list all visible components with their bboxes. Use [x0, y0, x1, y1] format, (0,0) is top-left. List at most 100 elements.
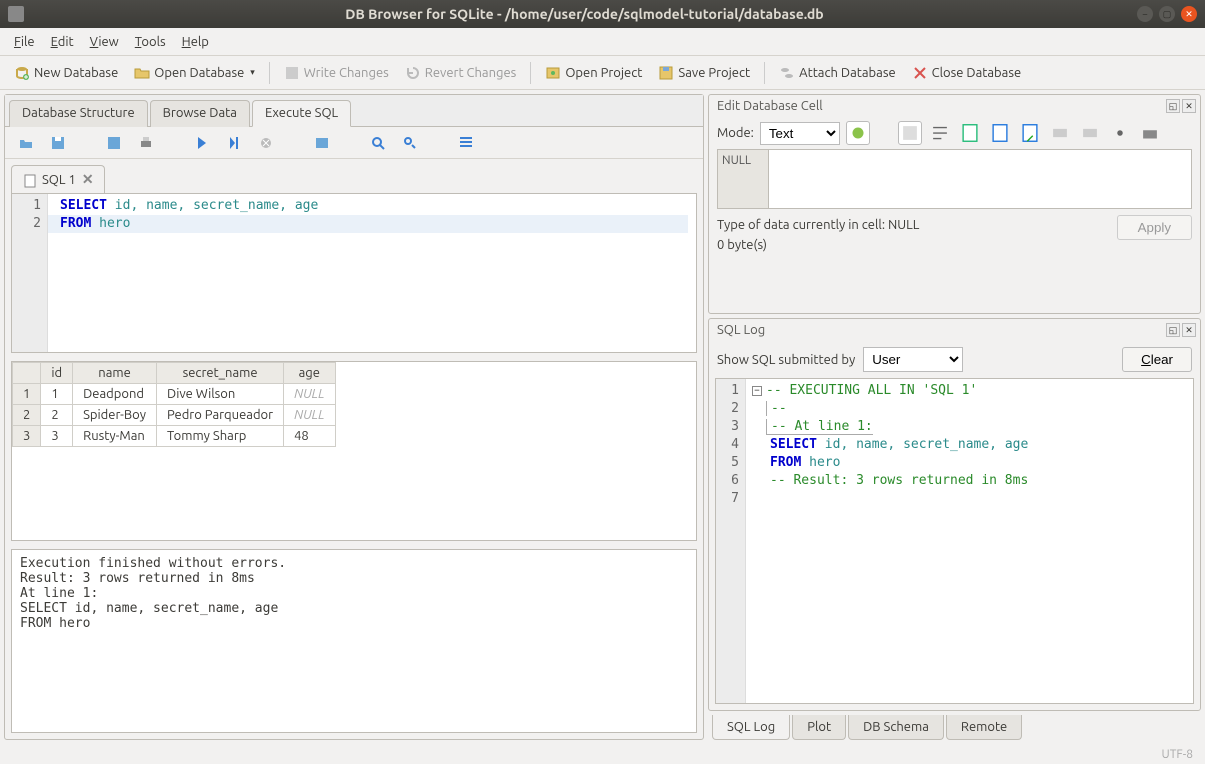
- attach-database-button[interactable]: Attach Database: [773, 62, 902, 84]
- open-database-label: Open Database: [154, 66, 244, 80]
- close-database-icon: [912, 65, 928, 81]
- window-title: DB Browser for SQLite - /home/user/code/…: [32, 6, 1137, 22]
- apply-cell-button: Apply: [1117, 215, 1192, 240]
- execute-line-button[interactable]: [223, 132, 245, 154]
- rtl-icon[interactable]: [928, 121, 952, 145]
- close-tab-icon[interactable]: ✕: [82, 171, 94, 188]
- cell-type-info: Type of data currently in cell: NULL: [717, 215, 919, 235]
- show-sql-label: Show SQL submitted by: [717, 353, 855, 367]
- write-changes-label: Write Changes: [304, 66, 389, 80]
- table-row[interactable]: 22Spider-BoyPedro ParqueadorNULL: [13, 405, 336, 426]
- table-row[interactable]: 11DeadpondDive WilsonNULL: [13, 384, 336, 405]
- open-sql-file-button[interactable]: [15, 132, 37, 154]
- result-header-secret-name[interactable]: secret_name: [157, 363, 284, 384]
- import-icon[interactable]: [958, 121, 982, 145]
- log-close-button[interactable]: ✕: [1182, 323, 1196, 337]
- new-database-button[interactable]: New Database: [8, 62, 124, 84]
- cell-null-indicator: NULL: [717, 149, 769, 209]
- mode-select[interactable]: Text: [760, 122, 840, 145]
- indent-button[interactable]: [455, 132, 477, 154]
- sql-tab-label: SQL 1: [42, 173, 76, 187]
- execute-all-button[interactable]: [191, 132, 213, 154]
- save-project-label: Save Project: [678, 66, 750, 80]
- result-header-rownum[interactable]: [13, 363, 41, 384]
- save-project-icon: [658, 65, 674, 81]
- editor-gutter: 1 2: [12, 194, 48, 352]
- submitter-select[interactable]: User: [863, 347, 963, 372]
- cell-size-info: 0 byte(s): [717, 235, 919, 255]
- clear-cell-icon[interactable]: [1108, 121, 1132, 145]
- result-table-wrapper[interactable]: id name secret_name age 11DeadpondDive W…: [11, 361, 697, 541]
- menu-edit[interactable]: Edit: [43, 33, 82, 51]
- open-project-button[interactable]: Open Project: [539, 62, 648, 84]
- print-cell-icon[interactable]: [1138, 121, 1162, 145]
- new-database-label: New Database: [34, 66, 118, 80]
- tab-database-structure[interactable]: Database Structure: [9, 100, 148, 127]
- save-results-button[interactable]: [103, 132, 125, 154]
- encoding-label: UTF-8: [1162, 748, 1193, 761]
- log-code[interactable]: −-- EXECUTING ALL IN 'SQL 1' -- -- At li…: [746, 379, 1034, 703]
- maximize-button[interactable]: ▢: [1159, 6, 1175, 22]
- titlebar: DB Browser for SQLite - /home/user/code/…: [0, 0, 1205, 28]
- sql-log-title: SQL Log: [717, 323, 765, 337]
- open-database-button[interactable]: Open Database ▾: [128, 62, 261, 84]
- left-pane: Database Structure Browse Data Execute S…: [4, 94, 704, 740]
- copy-icon[interactable]: [1018, 121, 1042, 145]
- tab-browse-data[interactable]: Browse Data: [150, 100, 250, 127]
- hex-icon[interactable]: [1078, 121, 1102, 145]
- tab-sql-log[interactable]: SQL Log: [712, 715, 790, 740]
- sql-editor[interactable]: 1 2 SELECT id, name, secret_name, age FR…: [11, 193, 697, 353]
- result-header-age[interactable]: age: [284, 363, 335, 384]
- clear-log-button[interactable]: Clear: [1122, 347, 1192, 372]
- save-as-view-button[interactable]: [311, 132, 333, 154]
- write-changes-button: Write Changes: [278, 62, 395, 84]
- attach-database-icon: [779, 65, 795, 81]
- find-button[interactable]: [367, 132, 389, 154]
- open-project-label: Open Project: [565, 66, 642, 80]
- tab-plot[interactable]: Plot: [792, 715, 846, 740]
- log-float-button[interactable]: ◱: [1166, 323, 1180, 337]
- revert-changes-button: Revert Changes: [399, 62, 523, 84]
- close-database-button[interactable]: Close Database: [906, 62, 1028, 84]
- open-database-icon: [134, 65, 150, 81]
- print-button[interactable]: [135, 132, 157, 154]
- panel-float-button[interactable]: ◱: [1166, 99, 1180, 113]
- panel-close-button[interactable]: ✕: [1182, 99, 1196, 113]
- apply-mode-button[interactable]: [846, 121, 870, 145]
- statusbar: UTF-8: [0, 744, 1205, 764]
- write-changes-icon: [284, 65, 300, 81]
- menu-tools[interactable]: Tools: [127, 33, 174, 51]
- bottom-tabs: SQL Log Plot DB Schema Remote: [708, 715, 1201, 740]
- stop-button[interactable]: [255, 132, 277, 154]
- menubar: File Edit View Tools Help: [0, 28, 1205, 56]
- open-project-icon: [545, 65, 561, 81]
- revert-changes-label: Revert Changes: [425, 66, 517, 80]
- tab-db-schema[interactable]: DB Schema: [848, 715, 944, 740]
- cell-value-input[interactable]: [769, 149, 1192, 209]
- close-window-button[interactable]: ✕: [1181, 6, 1197, 22]
- minimize-button[interactable]: –: [1137, 6, 1153, 22]
- main-toolbar: New Database Open Database ▾ Write Chang…: [0, 56, 1205, 90]
- fold-icon[interactable]: −: [752, 386, 762, 396]
- find-replace-button[interactable]: [399, 132, 421, 154]
- menu-file[interactable]: File: [6, 33, 43, 51]
- editor-code[interactable]: SELECT id, name, secret_name, age FROM h…: [48, 194, 696, 352]
- menu-help[interactable]: Help: [174, 33, 217, 51]
- sql-tab-1[interactable]: SQL 1 ✕: [11, 165, 105, 193]
- sql-log-panel: SQL Log ◱ ✕ Show SQL submitted by User C…: [708, 318, 1201, 711]
- execution-output[interactable]: Execution finished without errors. Resul…: [11, 549, 697, 733]
- dropdown-caret-icon[interactable]: ▾: [250, 67, 255, 78]
- table-row[interactable]: 33Rusty-ManTommy Sharp48: [13, 426, 336, 447]
- export-icon[interactable]: [988, 121, 1012, 145]
- result-header-name[interactable]: name: [73, 363, 157, 384]
- save-sql-file-button[interactable]: [47, 132, 69, 154]
- menu-view[interactable]: View: [82, 33, 127, 51]
- result-header-id[interactable]: id: [41, 363, 73, 384]
- mode-label: Mode:: [717, 126, 754, 140]
- app-icon: [8, 6, 24, 22]
- save-project-button[interactable]: Save Project: [652, 62, 756, 84]
- null-icon[interactable]: [1048, 121, 1072, 145]
- tab-execute-sql[interactable]: Execute SQL: [252, 100, 351, 127]
- tab-remote[interactable]: Remote: [946, 715, 1022, 740]
- text-mode-icon[interactable]: [898, 121, 922, 145]
